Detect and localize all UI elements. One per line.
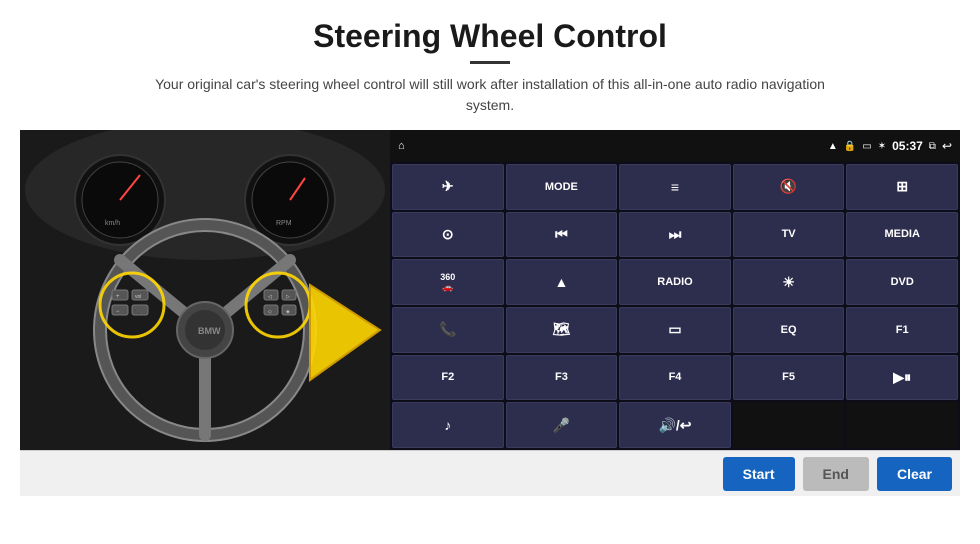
f1-btn[interactable]: F1	[846, 307, 958, 353]
svg-text:◇: ◇	[268, 309, 272, 315]
home-icon[interactable]: ⌂	[398, 140, 405, 152]
control-panel: ⌂ ▲ 🔒 ▭ ✶ 05:37 ⧉ ↩ ✈ MODE ≡ 🔇	[390, 130, 960, 450]
eject-btn[interactable]: ▲	[506, 259, 618, 305]
apps-btn[interactable]: ⊞	[846, 164, 958, 210]
action-bar: Start End Clear	[20, 450, 960, 496]
sd-icon: ▭	[862, 141, 871, 152]
svg-text:+: +	[116, 294, 120, 300]
vol-phone-btn[interactable]: 🔊/↩	[619, 402, 731, 448]
f5-btn[interactable]: F5	[733, 355, 845, 401]
empty2	[846, 402, 958, 448]
page-title: Steering Wheel Control	[313, 18, 667, 55]
eq-btn[interactable]: EQ	[733, 307, 845, 353]
wifi-icon: ▲	[828, 141, 838, 152]
time-display: 05:37	[892, 139, 923, 153]
status-bar: ⌂ ▲ 🔒 ▭ ✶ 05:37 ⧉ ↩	[390, 130, 960, 162]
svg-text:▷: ▷	[286, 294, 290, 300]
clear-button[interactable]: Clear	[877, 457, 952, 491]
dvd-btn[interactable]: DVD	[846, 259, 958, 305]
svg-text:vol: vol	[135, 294, 141, 300]
tv-btn[interactable]: TV	[733, 212, 845, 258]
mic-btn[interactable]: 🎤	[506, 402, 618, 448]
lock-icon: 🔒	[844, 141, 856, 152]
svg-text:◁: ◁	[268, 294, 272, 300]
svg-text:BMW: BMW	[198, 326, 221, 336]
svg-text:📞: 📞	[134, 308, 141, 315]
cam360-btn[interactable]: 360🚗	[392, 259, 504, 305]
page-wrapper: Steering Wheel Control Your original car…	[0, 0, 980, 544]
prev-btn[interactable]: ⏮	[506, 212, 618, 258]
content-row: km/h RPM BMW +	[20, 130, 960, 450]
svg-text:km/h: km/h	[105, 220, 120, 227]
button-grid: ✈ MODE ≡ 🔇 ⊞ ⊙ ⏮ ⏭ TV MEDIA 360🚗 ▲ RADIO…	[390, 162, 960, 450]
music-btn[interactable]: ♪	[392, 402, 504, 448]
media-btn[interactable]: MEDIA	[846, 212, 958, 258]
start-button[interactable]: Start	[723, 457, 795, 491]
brightness-btn[interactable]: ☀	[733, 259, 845, 305]
status-right: ▲ 🔒 ▭ ✶ 05:37 ⧉ ↩	[828, 139, 952, 153]
map-btn[interactable]: 🗺	[506, 307, 618, 353]
f3-btn[interactable]: F3	[506, 355, 618, 401]
nav-btn[interactable]: ✈	[392, 164, 504, 210]
empty1	[733, 402, 845, 448]
bt-icon: ✶	[878, 141, 886, 152]
svg-text:◈: ◈	[286, 309, 290, 315]
end-button[interactable]: End	[803, 457, 869, 491]
phone-btn[interactable]: 📞	[392, 307, 504, 353]
mode-btn[interactable]: MODE	[506, 164, 618, 210]
mute-btn[interactable]: 🔇	[733, 164, 845, 210]
status-left: ⌂	[398, 140, 405, 152]
window-icon: ⧉	[929, 141, 936, 152]
page-subtitle: Your original car's steering wheel contr…	[150, 74, 830, 116]
svg-text:RPM: RPM	[276, 220, 292, 227]
next-btn[interactable]: ⏭	[619, 212, 731, 258]
play-pause-btn[interactable]: ▶⏸	[846, 355, 958, 401]
screen-btn[interactable]: ▭	[619, 307, 731, 353]
f4-btn[interactable]: F4	[619, 355, 731, 401]
list-btn[interactable]: ≡	[619, 164, 731, 210]
back-nav-icon[interactable]: ↩	[942, 139, 952, 153]
svg-text:−: −	[116, 309, 120, 315]
radio-btn[interactable]: RADIO	[619, 259, 731, 305]
title-divider	[470, 61, 510, 64]
steering-wheel-image: km/h RPM BMW +	[20, 130, 390, 450]
f2-btn[interactable]: F2	[392, 355, 504, 401]
settings-btn[interactable]: ⊙	[392, 212, 504, 258]
